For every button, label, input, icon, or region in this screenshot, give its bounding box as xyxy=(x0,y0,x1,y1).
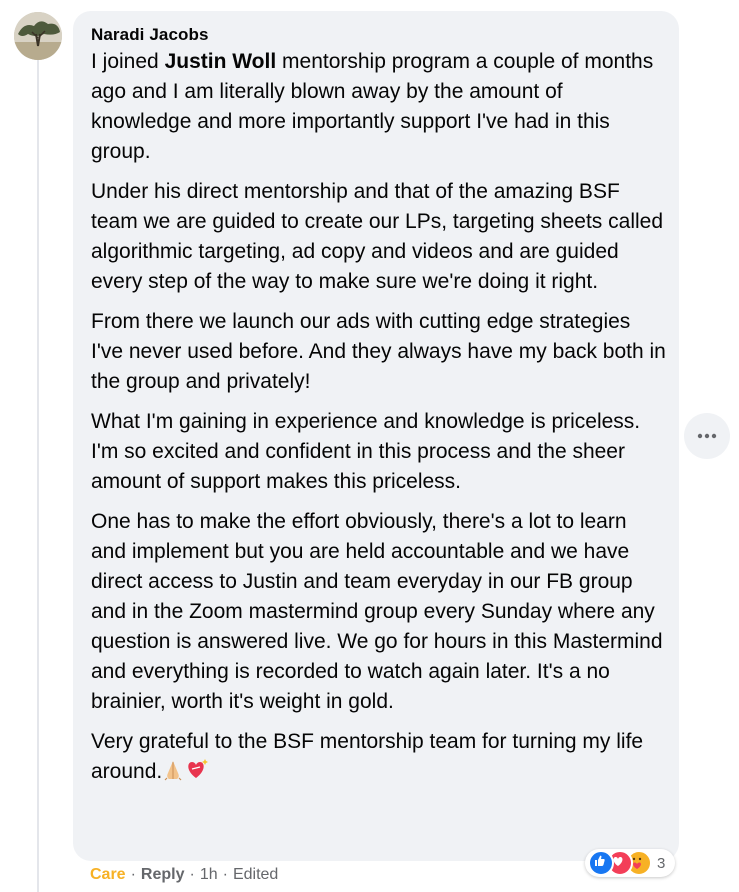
like-icon xyxy=(588,850,614,876)
sparkling-heart-emoji-icon xyxy=(184,757,210,790)
comment-paragraph: I joined Justin Woll mentorship program … xyxy=(91,47,666,167)
avatar-photo xyxy=(14,12,62,60)
separator: · xyxy=(189,866,195,883)
comment-paragraph: One has to make the effort obviously, th… xyxy=(91,510,663,713)
separator: · xyxy=(130,866,136,883)
timestamp-link[interactable]: 1h xyxy=(200,866,218,884)
reaction-count: 3 xyxy=(657,854,666,872)
avatar[interactable] xyxy=(14,12,62,60)
comment-bubble: Naradi Jacobs I joined Justin Woll mento… xyxy=(73,11,679,861)
comment-body: I joined Justin Woll mentorship program … xyxy=(91,47,666,790)
comment-paragraph: Very grateful to the BSF mentorship team… xyxy=(91,727,666,790)
comment-paragraph: Under his direct mentorship and that of … xyxy=(91,180,664,293)
separator: · xyxy=(222,866,228,883)
edited-label[interactable]: Edited xyxy=(233,866,278,884)
mention-link[interactable]: Justin Woll xyxy=(165,50,277,73)
thread-line xyxy=(37,60,39,892)
reactions-summary[interactable]: 3 xyxy=(585,849,675,877)
care-reaction-button[interactable]: Care xyxy=(90,866,126,884)
reply-button[interactable]: Reply xyxy=(141,866,185,884)
comment-actions: Care · Reply · 1h · Edited xyxy=(90,866,278,884)
comment-author[interactable]: Naradi Jacobs xyxy=(91,25,209,45)
more-options-button[interactable] xyxy=(684,413,730,459)
more-horizontal-icon xyxy=(697,433,717,439)
folded-hands-emoji-icon xyxy=(162,759,184,790)
comment-paragraph: From there we launch our ads with cuttin… xyxy=(91,310,666,393)
paragraph-text: I joined xyxy=(91,50,165,73)
comment-paragraph: What I'm gaining in experience and knowl… xyxy=(91,410,641,493)
